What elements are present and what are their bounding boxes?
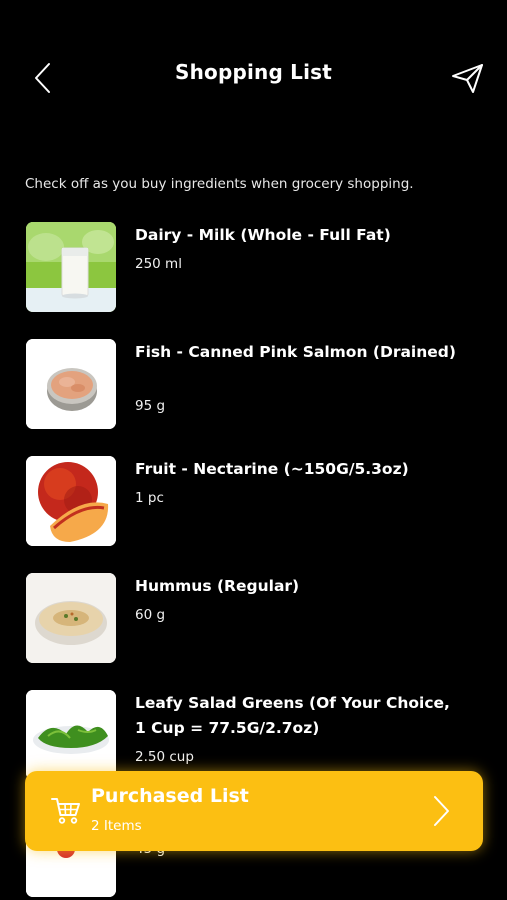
item-quantity: 60 g <box>135 607 166 623</box>
item-name: Hummus (Regular) <box>135 577 300 595</box>
item-quantity: 1 pc <box>135 490 164 506</box>
list-item[interactable]: Hummus (Regular) 60 g <box>0 573 507 665</box>
item-image-salad-greens <box>26 690 116 780</box>
item-quantity: 250 ml <box>135 256 182 272</box>
item-image-nectarine <box>26 456 116 546</box>
chevron-right-icon <box>434 796 449 826</box>
purchased-list-title: Purchased List <box>91 785 249 807</box>
item-name: Fruit - Nectarine (~150G/5.3oz) <box>135 460 409 478</box>
purchased-count: 2 Items <box>91 818 142 834</box>
item-name: Leafy Salad Greens (Of Your Choice, 1 Cu… <box>135 694 450 737</box>
list-item[interactable]: Fruit - Nectarine (~150G/5.3oz) 1 pc <box>0 456 507 548</box>
item-quantity: 95 g <box>135 398 166 414</box>
item-name: Fish - Canned Pink Salmon (Drained) <box>135 343 456 361</box>
header: Shopping List <box>0 0 507 150</box>
item-image-hummus <box>26 573 116 663</box>
item-image-milk <box>26 222 116 312</box>
item-quantity: 2.50 cup <box>135 749 194 765</box>
instructions-text: Check off as you buy ingredients when gr… <box>25 176 414 192</box>
page-title: Shopping List <box>174 60 333 84</box>
send-icon <box>452 64 483 93</box>
list-item[interactable]: Leafy Salad Greens (Of Your Choice, 1 Cu… <box>0 690 507 782</box>
item-image-canned-salmon <box>26 339 116 429</box>
item-name: Dairy - Milk (Whole - Full Fat) <box>135 226 391 244</box>
list-item[interactable]: Fish - Canned Pink Salmon (Drained) 95 g <box>0 339 507 431</box>
purchased-list-button[interactable]: Purchased List 2 Items <box>25 771 483 851</box>
share-button[interactable] <box>448 58 488 98</box>
cart-icon <box>51 798 80 824</box>
list-item[interactable]: Dairy - Milk (Whole - Full Fat) 250 ml <box>0 222 507 314</box>
